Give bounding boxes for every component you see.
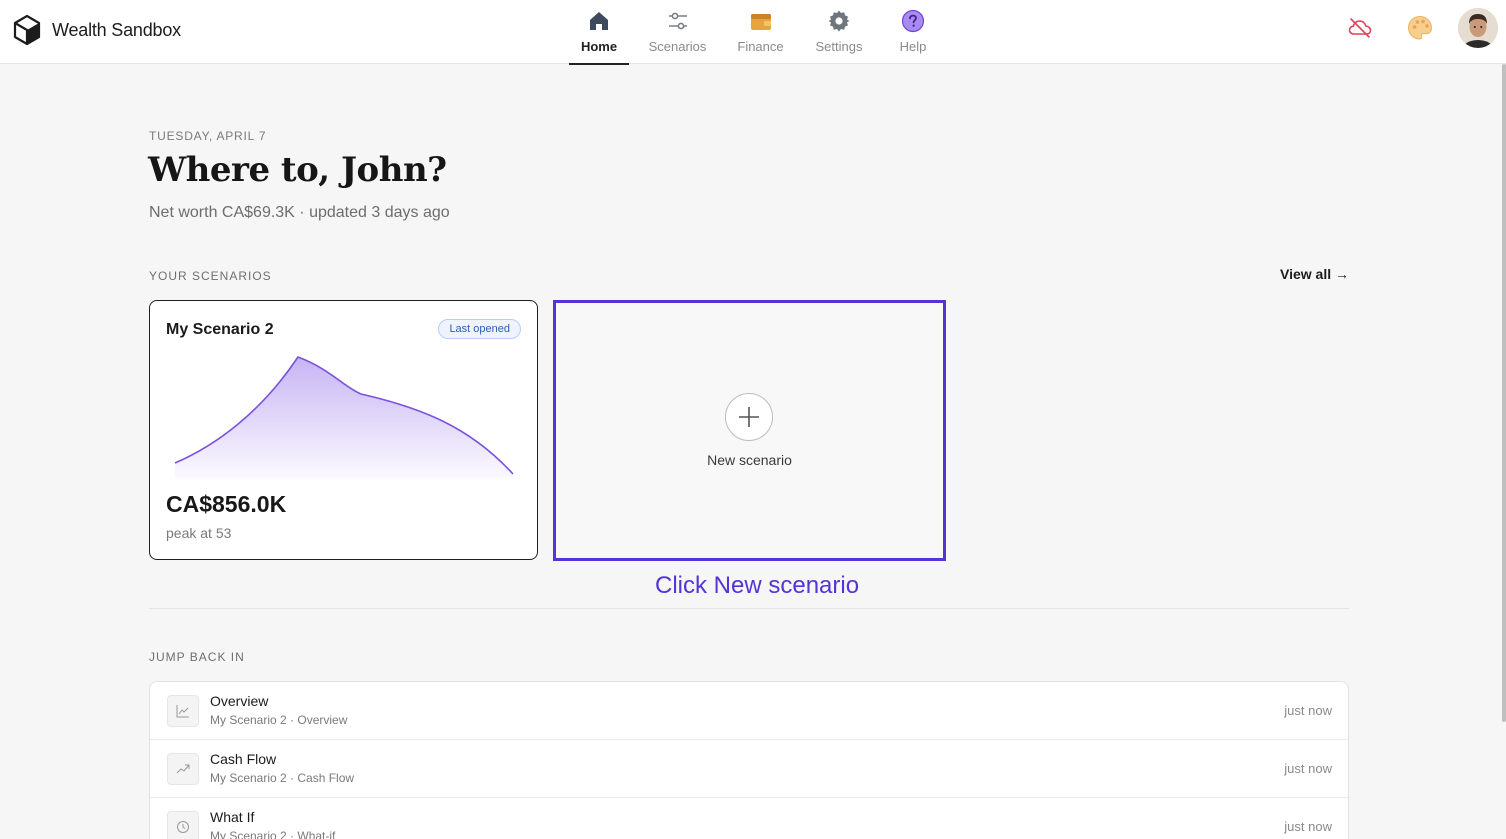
recent-item-title: Overview: [210, 693, 269, 709]
user-avatar[interactable]: [1458, 8, 1498, 48]
cloud-off-icon: [1348, 18, 1372, 38]
view-all-link[interactable]: View all →: [1280, 266, 1349, 282]
page-scrollbar[interactable]: [1502, 64, 1506, 722]
scenario-card-title: My Scenario 2: [166, 321, 274, 338]
brand[interactable]: Wealth Sandbox: [13, 14, 181, 46]
nav-label-home: Home: [580, 39, 618, 54]
clock-icon: [167, 811, 199, 839]
wallet-icon: [748, 8, 774, 34]
recent-item-cash-flow[interactable]: Cash Flow My Scenario 2 · Cash Flow just…: [150, 740, 1348, 798]
header-actions: [1340, 8, 1498, 48]
nav-label-help: Help: [899, 39, 927, 54]
recent-item-title: What If: [210, 809, 255, 825]
nav-item-help[interactable]: Help: [883, 0, 943, 64]
recent-item-time: just now: [1284, 819, 1332, 834]
main-nav: Home Scenarios Finance Settings Help: [569, 0, 943, 65]
scenario-card[interactable]: My Scenario 2 Last opened CA$856.0K peak…: [149, 300, 538, 560]
recent-item-time: just now: [1284, 761, 1332, 776]
recent-item-time: just now: [1284, 703, 1332, 718]
page-title: Where to, John?: [148, 150, 447, 190]
new-scenario-button[interactable]: New scenario: [553, 300, 946, 561]
gear-icon: [826, 8, 852, 34]
avatar-icon: [1458, 8, 1498, 48]
recent-item-subtitle: My Scenario 2 · Cash Flow: [210, 771, 355, 785]
nav-item-home[interactable]: Home: [569, 0, 629, 65]
scenario-peak-value: CA$856.0K: [166, 491, 287, 517]
line-chart-icon: [167, 695, 199, 727]
scenario-sparkline: [174, 356, 514, 479]
plus-icon: [739, 407, 759, 427]
sparkline-area: [175, 357, 513, 479]
app-name: Wealth Sandbox: [52, 19, 181, 40]
nav-label-scenarios: Scenarios: [648, 39, 707, 54]
net-worth-summary: Net worth CA$69.3K · updated 3 days ago: [149, 204, 450, 221]
instruction-callout: Click New scenario: [655, 572, 860, 599]
home-icon: [586, 8, 612, 34]
top-bar: Wealth Sandbox Home Scenarios Finance Se…: [0, 0, 1506, 65]
last-opened-badge: Last opened: [438, 319, 521, 339]
nav-item-scenarios[interactable]: Scenarios: [629, 0, 726, 64]
current-date: TUESDAY, APRIL 7: [149, 129, 267, 143]
new-scenario-label: New scenario: [707, 452, 792, 468]
recent-item-subtitle: My Scenario 2 · What-if: [210, 829, 336, 839]
nav-label-settings: Settings: [815, 39, 863, 54]
nav-item-finance[interactable]: Finance: [726, 0, 795, 64]
recent-list: Overview My Scenario 2 · Overview just n…: [149, 681, 1349, 839]
theme-button[interactable]: [1400, 8, 1440, 48]
sync-status-button[interactable]: [1340, 8, 1380, 48]
recent-item-subtitle: My Scenario 2 · Overview: [210, 713, 348, 727]
palette-icon: [1407, 15, 1433, 40]
nav-label-finance: Finance: [737, 39, 784, 54]
scenarios-section-label: YOUR SCENARIOS: [149, 269, 272, 283]
recent-item-what-if[interactable]: What If My Scenario 2 · What-if just now: [150, 798, 1348, 839]
scenario-peak-age: peak at 53: [166, 525, 232, 541]
section-divider: [149, 608, 1349, 609]
nav-item-settings[interactable]: Settings: [795, 0, 883, 64]
plus-circle: [725, 393, 773, 441]
recent-item-title: Cash Flow: [210, 751, 277, 767]
help-icon: [900, 8, 926, 34]
trend-icon: [167, 753, 199, 785]
recent-item-overview[interactable]: Overview My Scenario 2 · Overview just n…: [150, 682, 1348, 740]
sliders-icon: [665, 8, 691, 34]
cube-logo-icon: [13, 14, 41, 46]
jump-back-section-label: JUMP BACK IN: [149, 650, 245, 664]
